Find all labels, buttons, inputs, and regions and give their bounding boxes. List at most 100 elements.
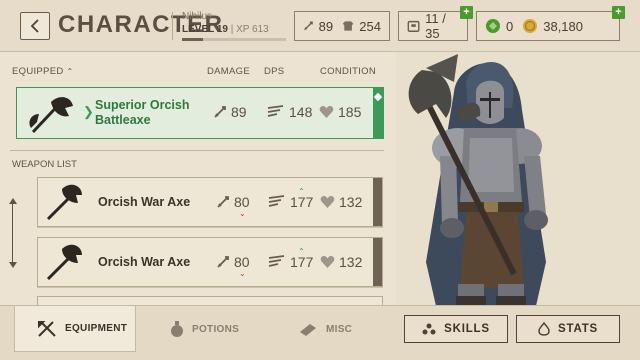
scroll-up-icon[interactable] — [9, 198, 17, 204]
dps-icon — [268, 255, 285, 267]
title-divider — [172, 12, 173, 40]
damage-header[interactable]: DAMAGE — [207, 66, 250, 77]
equipped-diamond-icon — [373, 92, 383, 102]
tab-misc[interactable]: MISC — [298, 306, 378, 352]
xp-label: | XP 613 — [230, 24, 269, 35]
scroll-down-icon[interactable] — [9, 262, 17, 268]
armor-value: 254 — [359, 18, 381, 34]
sword-icon — [304, 21, 313, 31]
equipped-condition-value: 185 — [338, 104, 362, 120]
weapon-dps-value-wrap: ⌃ 177 — [290, 187, 314, 210]
weapon-damage-value: 80 — [234, 194, 250, 210]
equipped-chevron-icon: ❯ — [83, 104, 94, 119]
crossed-weapons-icon — [38, 320, 56, 337]
tab-potions-label: POTIONS — [192, 323, 240, 335]
weapon-condition: 132 — [320, 254, 362, 270]
heart-icon — [320, 195, 335, 208]
weapon-damage-value-wrap: 80 ⌄ — [234, 194, 250, 218]
character-screen: CHARACTER Nihilus LEVEL 19 | XP 613 89 2… — [0, 0, 640, 360]
scrollbar[interactable] — [12, 202, 13, 266]
section-divider — [10, 150, 384, 151]
skills-label: SKILLS — [444, 323, 490, 335]
equipped-damage: 89 — [213, 104, 247, 120]
war-axe-icon — [46, 244, 82, 281]
weapon-dps: ⌃ 177 — [268, 247, 314, 270]
decrease-chevron-icon: ⌄ — [239, 209, 246, 218]
weapon-name: Orcish War Axe — [98, 195, 191, 209]
sword-icon — [214, 106, 226, 118]
war-axe-icon — [46, 184, 82, 221]
condition-header[interactable]: CONDITION — [320, 66, 376, 77]
weapon-damage: 80 ⌄ — [216, 194, 250, 218]
xp-progress-fill — [182, 38, 203, 41]
dps-icon — [267, 105, 284, 117]
equipped-label: EQUIPPED — [12, 66, 64, 77]
inventory-count: 11 / 35 — [425, 11, 446, 41]
equipped-indicator — [373, 88, 383, 138]
equipped-dps-value: 148 — [289, 104, 313, 120]
player-level: LEVEL 19 | XP 613 — [182, 24, 269, 35]
card-edge — [373, 178, 382, 226]
add-currency-icon[interactable]: + — [612, 6, 625, 19]
weapon-list-item[interactable]: Orcish War Axe 80 ⌄ ⌃ 177 132 — [37, 177, 383, 227]
decrease-chevron-icon: ⌄ — [239, 269, 246, 278]
heart-icon — [320, 255, 335, 268]
gem-count: 0 — [506, 18, 514, 34]
flame-icon — [538, 322, 550, 336]
potion-icon — [171, 321, 183, 337]
weapon-list-item[interactable]: Orcish War Axe 80 ⌄ ⌃ 177 132 — [37, 237, 383, 287]
sword-icon — [217, 256, 229, 268]
inventory-box[interactable]: 11 / 35 + — [398, 6, 473, 41]
weapon-condition-value: 132 — [339, 254, 363, 270]
tab-equipment[interactable]: EQUIPMENT — [14, 306, 136, 352]
equipped-item-name: Superior Orcish Battleaxe — [95, 98, 190, 127]
stats-button[interactable]: STATS — [516, 315, 620, 343]
increase-chevron-icon: ⌃ — [298, 247, 305, 256]
skills-button[interactable]: SKILLS — [404, 315, 508, 343]
weapon-dps-value: 177 — [290, 194, 314, 210]
combat-stats-box[interactable]: 89 254 — [294, 11, 390, 41]
weapon-damage: 80 ⌄ — [216, 254, 250, 278]
chevron-up-icon: ⌃ — [66, 67, 74, 76]
gem-icon — [486, 19, 500, 33]
misc-icon — [300, 324, 316, 336]
armor-icon — [342, 21, 354, 31]
card-edge — [373, 238, 382, 286]
weapon-name: Orcish War Axe — [98, 255, 191, 269]
stats-label: STATS — [558, 323, 598, 335]
chevron-left-icon — [30, 19, 39, 33]
skills-icon — [422, 323, 436, 335]
back-button[interactable] — [20, 12, 50, 40]
heart-icon — [319, 105, 334, 118]
backpack-icon — [407, 20, 420, 32]
sword-icon — [217, 196, 229, 208]
increase-chevron-icon: ⌃ — [298, 187, 305, 196]
weapon-damage-value-wrap: 80 ⌄ — [234, 254, 250, 278]
currency-box[interactable]: 0 38,180 + — [476, 6, 625, 41]
battleaxe-icon — [29, 96, 73, 134]
tab-potions[interactable]: POTIONS — [170, 306, 270, 352]
equipped-condition: 185 — [319, 104, 361, 120]
player-name: Nihilus — [182, 11, 213, 22]
dps-icon — [268, 195, 285, 207]
attack-value: 89 — [318, 18, 334, 34]
equipped-item-card[interactable]: ❯ Superior Orcish Battleaxe 89 148 185 — [16, 87, 384, 139]
weapon-damage-value: 80 — [234, 254, 250, 270]
weapon-condition-value: 132 — [339, 194, 363, 210]
weapon-condition: 132 — [320, 194, 362, 210]
weapon-dps: ⌃ 177 — [268, 187, 314, 210]
weapon-dps-value-wrap: ⌃ 177 — [290, 247, 314, 270]
knight-figure — [408, 54, 548, 306]
tab-equipment-label: EQUIPMENT — [65, 323, 128, 334]
dps-header[interactable]: DPS — [264, 66, 284, 77]
xp-progress-bar — [182, 38, 286, 41]
equipped-header[interactable]: EQUIPPED ⌃ — [12, 66, 73, 77]
gold-coin-icon — [523, 19, 538, 33]
weapon-dps-value: 177 — [290, 254, 314, 270]
level-label: LEVEL 19 — [182, 24, 228, 35]
add-inventory-icon[interactable]: + — [460, 6, 473, 19]
top-bar: CHARACTER Nihilus LEVEL 19 | XP 613 89 2… — [0, 0, 640, 52]
gold-count: 38,180 — [543, 18, 583, 34]
equipped-damage-value: 89 — [231, 104, 247, 120]
character-portrait — [396, 52, 640, 306]
